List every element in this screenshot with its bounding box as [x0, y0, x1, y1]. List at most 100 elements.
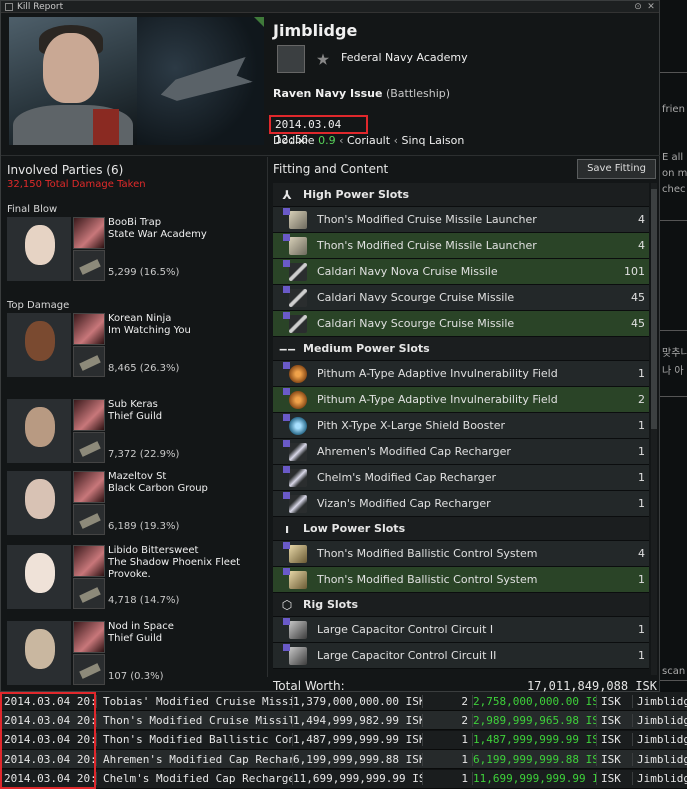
attacker-name[interactable]: Libido Bittersweet	[108, 545, 198, 557]
fitting-scrollbar[interactable]	[651, 183, 657, 675]
item-quantity: 2	[638, 393, 645, 406]
attacker-entry[interactable]: Libido Bittersweet The Shadow Phoenix Fle…	[7, 545, 267, 619]
fitting-item[interactable]: Caldari Navy Scourge Cruise Missile 45	[273, 285, 649, 311]
slot-section-header[interactable]: ⅄ High Power Slots	[273, 183, 649, 207]
attacker-name[interactable]: Nod in Space	[108, 621, 174, 633]
attacker-corp[interactable]: Im Watching You	[108, 325, 191, 337]
slot-label: Low Power Slots	[303, 522, 406, 535]
victim-corp[interactable]: Federal Navy Academy	[341, 51, 468, 64]
fitting-item[interactable]: Large Capacitor Control Circuit I 1	[273, 617, 649, 643]
attacker-ship-icon[interactable]	[73, 217, 105, 249]
bcs-icon	[283, 541, 309, 565]
victim-ship: Raven Navy Issue (Battleship)	[273, 87, 450, 100]
attacker-portrait[interactable]	[7, 621, 71, 685]
slot-section-header[interactable]: ⬡ Rig Slots	[273, 593, 649, 617]
attacker-portrait[interactable]	[7, 471, 71, 535]
attacker-name[interactable]: Mazeltov St	[108, 471, 166, 483]
transaction-total: 2,989,999,965.98 ISK	[472, 713, 596, 727]
attacker-ship-icon[interactable]	[73, 471, 105, 503]
fitting-item[interactable]: Pithum A-Type Adaptive Invulnerability F…	[273, 361, 649, 387]
victim-ship-image[interactable]	[137, 17, 264, 145]
attacker-weapon-icon[interactable]	[73, 504, 105, 535]
attacker-name[interactable]: BooBi Trap	[108, 217, 161, 229]
close-icon[interactable]: ✕	[646, 2, 656, 12]
slot-section-header[interactable]: ı Low Power Slots	[273, 517, 649, 541]
fitting-item[interactable]: Thon's Modified Ballistic Control System…	[273, 567, 649, 593]
attacker-portrait[interactable]	[7, 545, 71, 609]
market-row[interactable]: 2014.03.04 20:15Ahremen's Modified Cap R…	[0, 750, 687, 770]
attacker-entry[interactable]: Korean Ninja Im Watching You 8,465 (26.3%)	[7, 313, 267, 387]
save-fitting-button[interactable]: Save Fitting	[577, 159, 656, 179]
attacker-ship-icon[interactable]	[73, 545, 105, 577]
attacker-alliance[interactable]: Provoke.	[108, 569, 151, 581]
fitting-item[interactable]: Vizan's Modified Cap Recharger 1	[273, 491, 649, 517]
item-name: Caldari Navy Nova Cruise Missile	[317, 265, 498, 278]
attacker-corp[interactable]: State War Academy	[108, 229, 207, 241]
background-text: on mo	[662, 168, 687, 179]
transaction-price: 6,199,999,999.88 ISK	[292, 752, 422, 766]
attacker-name[interactable]: Sub Keras	[108, 399, 158, 411]
background-text: scan	[662, 666, 686, 677]
fitting-item[interactable]: Thon's Modified Cruise Missile Launcher 4	[273, 233, 649, 259]
slot-label: Rig Slots	[303, 598, 358, 611]
scrollbar-thumb[interactable]	[651, 189, 657, 429]
minimize-icon[interactable]: ⊙	[633, 2, 643, 12]
kill-datetime: 2014.03.04 12:56	[269, 115, 368, 146]
fitting-item[interactable]: Pithum A-Type Adaptive Invulnerability F…	[273, 387, 649, 413]
system-name[interactable]: Dodixie	[273, 134, 315, 147]
attacker-ship-icon[interactable]	[73, 313, 105, 345]
corp-logo-icon[interactable]	[277, 45, 305, 73]
fitting-title: Fitting and Content	[273, 162, 389, 176]
region-name[interactable]: Sinq Laison	[401, 134, 464, 147]
background-text: chec	[662, 184, 686, 195]
slot-section-header[interactable]: ‒‒ Medium Power Slots	[273, 337, 649, 361]
attacker-corp[interactable]: Thief Guild	[108, 411, 162, 423]
transaction-total: 1,487,999,999.99 ISK	[472, 733, 596, 747]
fitting-item[interactable]: Thon's Modified Cruise Missile Launcher 4	[273, 207, 649, 233]
fitting-item[interactable]: Pith X-Type X-Large Shield Booster 1	[273, 413, 649, 439]
attacker-portrait[interactable]	[7, 217, 71, 281]
fitting-item[interactable]: Ahremen's Modified Cap Recharger 1	[273, 439, 649, 465]
market-row[interactable]: 2014.03.04 20:05Chelm's Modified Cap Rec…	[0, 769, 687, 789]
attacker-weapon-icon[interactable]	[73, 346, 105, 377]
attacker-portrait[interactable]	[7, 399, 71, 463]
victim-portrait[interactable]	[9, 17, 137, 145]
attacker-ship-icon[interactable]	[73, 399, 105, 431]
attacker-ship-icon[interactable]	[73, 621, 105, 653]
fitting-item[interactable]: Thon's Modified Ballistic Control System…	[273, 541, 649, 567]
attacker-damage: 5,299 (16.5%)	[108, 267, 180, 278]
attacker-entry[interactable]: BooBi Trap State War Academy 5,299 (16.5%)	[7, 217, 267, 291]
total-worth: Total Worth: 17,011,849,088 ISK	[273, 679, 657, 693]
attacker-entry[interactable]: Mazeltov St Black Carbon Group 6,189 (19.3…	[7, 471, 267, 545]
ship-name-text[interactable]: Raven Navy Issue	[273, 87, 382, 100]
constellation-name[interactable]: Coriault	[347, 134, 390, 147]
attacker-weapon-icon[interactable]	[73, 654, 105, 685]
item-quantity: 4	[638, 239, 645, 252]
attacker-corp[interactable]: Thief Guild	[108, 633, 162, 645]
item-name: Pithum A-Type Adaptive Invulnerability F…	[317, 393, 558, 406]
attacker-entry[interactable]: Nod in Space Thief Guild 107 (0.3%)	[7, 621, 267, 695]
market-row[interactable]: 2014.03.04 20:28Thon's Modified Ballisti…	[0, 730, 687, 750]
fitting-item[interactable]: Caldari Navy Nova Cruise Missile 101	[273, 259, 649, 285]
attacker-corp[interactable]: Black Carbon Group	[108, 483, 208, 495]
attacker-weapon-icon[interactable]	[73, 578, 105, 609]
attacker-entry[interactable]: Sub Keras Thief Guild 7,372 (22.9%)	[7, 399, 267, 473]
attacker-weapon-icon[interactable]	[73, 250, 105, 281]
slot-icon: ⬡	[281, 597, 293, 612]
fitting-item[interactable]: Caldari Navy Scourge Cruise Missile 45	[273, 311, 649, 337]
alliance-logo-icon[interactable]: ★	[309, 45, 337, 73]
attacker-corp[interactable]: The Shadow Phoenix Fleet	[108, 557, 240, 569]
transaction-client: Jimblidge	[632, 713, 687, 727]
attacker-name[interactable]: Korean Ninja	[108, 313, 171, 325]
attacker-weapon-icon[interactable]	[73, 432, 105, 463]
transaction-total: 2,758,000,000.00 ISK	[472, 694, 596, 708]
window-titlebar[interactable]: Kill Report ⊙ ✕	[1, 1, 659, 13]
transaction-quantity: 2	[422, 713, 472, 727]
item-quantity: 1	[638, 573, 645, 586]
market-row[interactable]: 2014.03.04 20:44Tobias' Modified Cruise …	[0, 692, 687, 711]
fitting-item[interactable]: Large Capacitor Control Circuit II 1	[273, 643, 649, 669]
victim-name[interactable]: Jimblidge	[273, 21, 357, 40]
attacker-portrait[interactable]	[7, 313, 71, 377]
fitting-item[interactable]: Chelm's Modified Cap Recharger 1	[273, 465, 649, 491]
market-row[interactable]: 2014.03.04 20:37Thon's Modified Cruise M…	[0, 711, 687, 731]
